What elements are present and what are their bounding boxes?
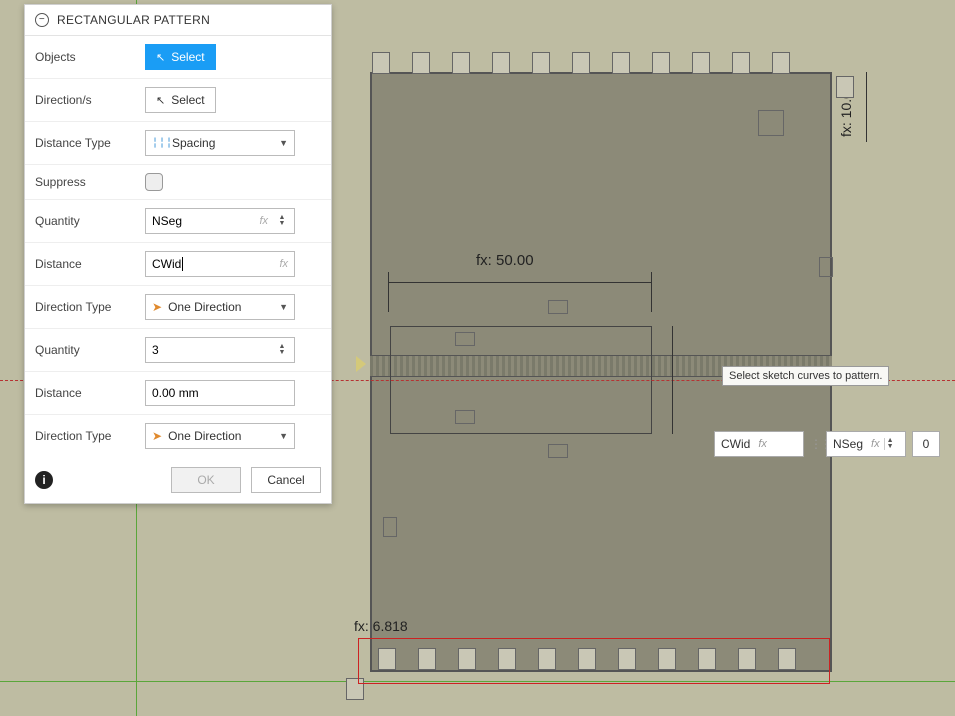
cursor-icon: ↖ xyxy=(156,51,165,64)
chevron-down-icon: ▼ xyxy=(279,431,288,441)
button-label: Select xyxy=(171,50,204,64)
floater-value: CWid xyxy=(721,437,750,451)
canvas-value-floater[interactable]: CWid fx ⋮⋮ NSeg fx ▲▼ 0 xyxy=(714,430,940,458)
row-quantity-2: Quantity 3 ▲▼ xyxy=(25,329,331,372)
fx-indicator-icon: fx xyxy=(279,258,288,270)
dimension-6818[interactable]: fx: 6.818 xyxy=(354,618,408,634)
floater-extra-input[interactable]: 0 xyxy=(912,431,940,457)
label-directions: Direction/s xyxy=(35,93,135,107)
tooltip-text: Select sketch curves to pattern. xyxy=(729,370,882,382)
row-suppress: Suppress xyxy=(25,165,331,200)
dialog-footer: i OK Cancel xyxy=(25,457,331,503)
row-directions: Direction/s ↖ Select xyxy=(25,79,331,122)
label-quantity: Quantity xyxy=(35,214,135,228)
collapse-icon[interactable]: − xyxy=(35,13,49,27)
one-direction-icon: ➤ xyxy=(152,429,162,443)
row-distance-type: Distance Type ╎╎╎ Spacing ▼ xyxy=(25,122,331,165)
constraint-glyph[interactable] xyxy=(455,332,475,346)
dimension-tick xyxy=(388,272,389,312)
label-quantity: Quantity xyxy=(35,343,135,357)
constraint-glyph[interactable] xyxy=(548,300,568,314)
ok-button[interactable]: OK xyxy=(171,467,241,493)
grip-icon[interactable]: ⋮⋮ xyxy=(810,437,820,451)
label-direction-type: Direction Type xyxy=(35,429,135,443)
floater-value: NSeg xyxy=(833,437,863,451)
fx-indicator-icon: fx xyxy=(871,438,880,450)
button-label: Select xyxy=(171,93,204,107)
dialog-titlebar[interactable]: − RECTANGULAR PATTERN xyxy=(25,5,331,36)
distance-2-input[interactable]: 0.00 mm xyxy=(145,380,295,406)
dimension-height[interactable] xyxy=(662,326,684,434)
row-quantity-1: Quantity NSeg fx ▲▼ xyxy=(25,200,331,243)
button-label: OK xyxy=(197,473,214,487)
floater-distance-input[interactable]: CWid fx xyxy=(714,431,804,457)
dropdown-value: Spacing xyxy=(172,136,215,150)
row-objects: Objects ↖ Select xyxy=(25,36,331,79)
direction-type-2-dropdown[interactable]: ➤ One Direction ▼ xyxy=(145,423,295,449)
constraint-glyph[interactable] xyxy=(455,410,475,424)
spinner[interactable]: ▲▼ xyxy=(276,344,288,356)
cursor-icon: ↖ xyxy=(156,94,165,107)
hover-tooltip: Select sketch curves to pattern. xyxy=(722,366,889,386)
label-direction-type: Direction Type xyxy=(35,300,135,314)
row-distance-1: Distance CWid fx xyxy=(25,243,331,286)
dimension-label: fx: 6.818 xyxy=(354,618,408,634)
distance-type-dropdown[interactable]: ╎╎╎ Spacing ▼ xyxy=(145,130,295,156)
constraint-glyph[interactable] xyxy=(819,257,833,277)
label-suppress: Suppress xyxy=(35,175,135,189)
floater-value: 0 xyxy=(923,437,930,451)
spinner[interactable]: ▲▼ xyxy=(276,215,288,227)
label-objects: Objects xyxy=(35,50,135,64)
dialog-title: RECTANGULAR PATTERN xyxy=(57,13,210,27)
row-direction-type-1: Direction Type ➤ One Direction ▼ xyxy=(25,286,331,329)
quantity-1-input[interactable]: NSeg fx ▲▼ xyxy=(145,208,295,234)
constraint-glyph[interactable] xyxy=(758,110,784,136)
cancel-button[interactable]: Cancel xyxy=(251,467,321,493)
objects-select-button[interactable]: ↖ Select xyxy=(145,44,216,70)
distance-1-input[interactable]: CWid fx xyxy=(145,251,295,277)
input-value: 3 xyxy=(152,343,159,357)
label-distance: Distance xyxy=(35,386,135,400)
dimension-50[interactable]: fx: 50.00 xyxy=(388,252,652,312)
direction-handle-icon[interactable] xyxy=(356,356,366,372)
pattern-markers-top xyxy=(372,52,790,74)
spinner[interactable]: ▲▼ xyxy=(884,438,896,450)
chevron-down-icon: ▼ xyxy=(279,302,288,312)
one-direction-icon: ➤ xyxy=(152,300,162,314)
input-value: NSeg xyxy=(152,214,182,228)
dropdown-value: One Direction xyxy=(168,300,241,314)
fx-indicator-icon: fx xyxy=(758,438,767,450)
button-label: Cancel xyxy=(267,473,304,487)
dimension-line xyxy=(388,282,652,283)
direction-type-1-dropdown[interactable]: ➤ One Direction ▼ xyxy=(145,294,295,320)
input-value: CWid xyxy=(152,257,183,271)
rectangular-pattern-dialog[interactable]: − RECTANGULAR PATTERN Objects ↖ Select D… xyxy=(24,4,332,504)
row-distance-2: Distance 0.00 mm xyxy=(25,372,331,415)
directions-select-button[interactable]: ↖ Select xyxy=(145,87,216,113)
label-distance: Distance xyxy=(35,257,135,271)
constraint-glyph[interactable] xyxy=(383,517,397,537)
floater-quantity-input[interactable]: NSeg fx ▲▼ xyxy=(826,431,906,457)
pattern-marker xyxy=(836,76,854,98)
quantity-2-input[interactable]: 3 ▲▼ xyxy=(145,337,295,363)
selection-highlight xyxy=(358,638,830,684)
dimension-label: fx: 50.00 xyxy=(476,252,534,269)
row-direction-type-2: Direction Type ➤ One Direction ▼ xyxy=(25,415,331,457)
dimension-line xyxy=(866,72,867,142)
dropdown-value: One Direction xyxy=(168,429,241,443)
constraint-glyph[interactable] xyxy=(548,444,568,458)
dimension-tick xyxy=(651,272,652,312)
chevron-down-icon: ▼ xyxy=(279,138,288,148)
label-distance-type: Distance Type xyxy=(35,136,135,150)
suppress-checkbox[interactable] xyxy=(145,173,163,191)
input-value: 0.00 mm xyxy=(152,386,199,400)
spacing-icon: ╎╎╎ xyxy=(152,138,168,149)
fx-indicator-icon: fx xyxy=(259,215,268,227)
info-icon[interactable]: i xyxy=(35,471,53,489)
